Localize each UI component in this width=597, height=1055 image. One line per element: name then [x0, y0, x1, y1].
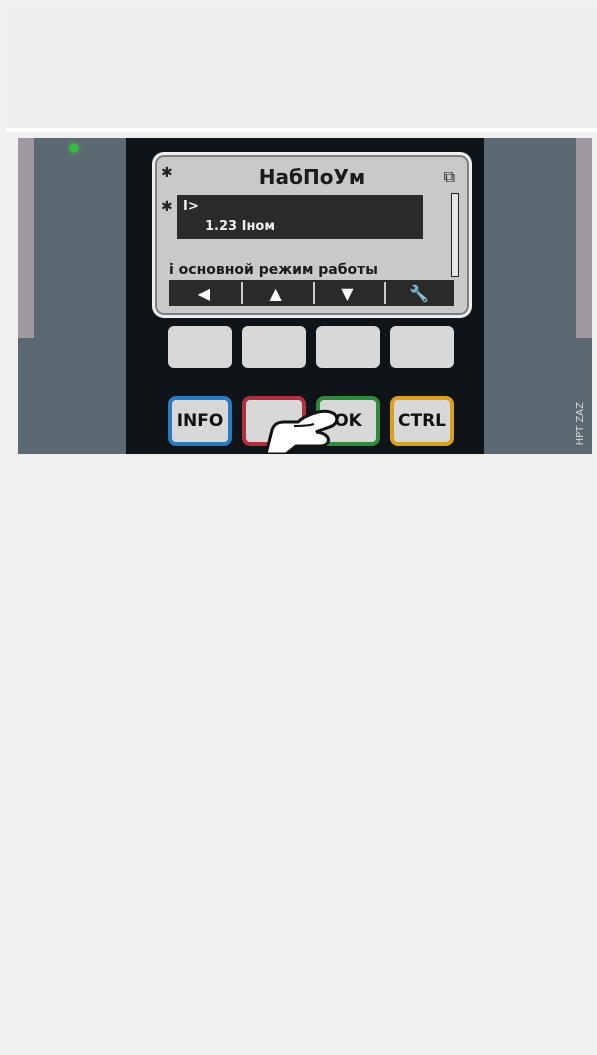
- softkey-left[interactable]: ◀: [171, 282, 237, 304]
- hand-pointer-icon: [264, 409, 339, 454]
- info-key[interactable]: INFO: [168, 396, 232, 446]
- selected-parameter[interactable]: I> 1.23 Iном: [177, 195, 423, 239]
- left-led-column: [18, 138, 128, 454]
- function-button-1[interactable]: [168, 326, 232, 368]
- left-label-strip: [18, 138, 34, 338]
- copy-icon: ⧉: [443, 167, 455, 186]
- scrollbar[interactable]: [451, 193, 459, 277]
- softkey-wrench[interactable]: 🔧: [384, 282, 452, 304]
- right-label-strip: [576, 138, 592, 338]
- top-blank-panel: [6, 6, 597, 128]
- asterisk-icon: ✱: [161, 199, 173, 215]
- lcd-screen: ✱ НабПоУм ⧉ ✱ I> 1.23 Iном i основной ре…: [152, 152, 472, 318]
- function-button-4[interactable]: [390, 326, 454, 368]
- watermark: HPT ZAZ: [575, 402, 586, 446]
- status-led: [70, 144, 78, 152]
- parameter-value: 1.23 Iном: [205, 219, 275, 234]
- mode-line: i основной режим работы: [169, 262, 378, 278]
- right-led-column: HPT ZAZ: [482, 138, 592, 454]
- softkey-up[interactable]: ▲: [240, 282, 309, 304]
- lcd-title: НабПоУм: [258, 165, 366, 189]
- ctrl-key[interactable]: CTRL: [390, 396, 454, 446]
- function-button-3[interactable]: [316, 326, 380, 368]
- softkey-down[interactable]: ▼: [312, 282, 381, 304]
- divider-line: [6, 128, 597, 132]
- device-front-panel: HPT ZAZ ✱ НабПоУм ⧉ ✱ I> 1.23 Iном i осн…: [18, 138, 592, 454]
- parameter-name: I>: [183, 199, 199, 214]
- function-button-2[interactable]: [242, 326, 306, 368]
- softkey-bar: ◀ ▲ ▼ 🔧: [169, 280, 454, 306]
